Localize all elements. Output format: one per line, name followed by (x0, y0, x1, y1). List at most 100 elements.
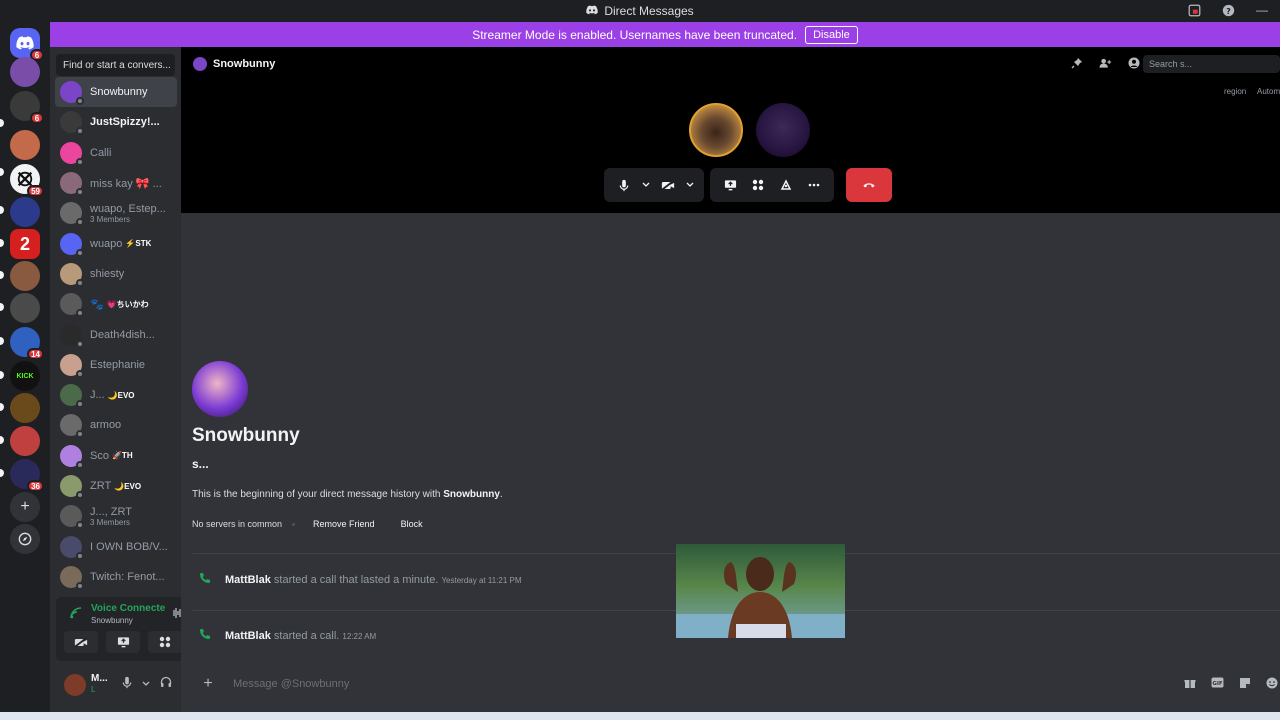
dm-item[interactable]: ZRT 🌙EVO (55, 471, 177, 501)
dm-name-row: Death4dish... (90, 329, 155, 341)
camera-off-icon[interactable] (656, 173, 680, 197)
dm-avatar (60, 172, 84, 197)
soundboard-icon[interactable] (774, 173, 798, 197)
region-label[interactable]: region (1224, 87, 1246, 96)
user-avatar-small[interactable] (193, 57, 207, 71)
status-indicator (76, 581, 84, 590)
message-input[interactable]: Message @Snowbunny (233, 678, 349, 690)
message-author[interactable]: MattBlak (225, 574, 271, 586)
share-screen-button[interactable] (106, 631, 140, 653)
dm-name: Calli (90, 146, 112, 159)
server-icon[interactable] (10, 426, 40, 456)
share-screen-icon[interactable] (718, 173, 742, 197)
dm-item[interactable]: JustSpizzy!... (55, 107, 177, 137)
clan-tag: 🚀TH (111, 451, 133, 461)
chevron-down-icon[interactable] (684, 173, 696, 197)
mutual-servers-text: No servers in common (192, 519, 283, 529)
dm-sidebar: Find or start a convers... Snowbunny Just… (50, 47, 224, 720)
more-options-icon[interactable] (802, 173, 826, 197)
chevron-down-icon[interactable] (142, 676, 150, 692)
inbox-icon[interactable] (1186, 2, 1202, 18)
gift-icon[interactable] (1184, 677, 1196, 692)
status-indicator (76, 278, 84, 287)
explore-servers-icon[interactable] (10, 524, 40, 554)
notification-badge: 59 (27, 185, 44, 197)
chevron-down-icon[interactable] (640, 173, 652, 197)
add-friend-to-dm-icon[interactable] (1099, 57, 1112, 72)
dm-history-intro: This is the beginning of your direct mes… (192, 489, 503, 500)
streamer-mode-banner: Streamer Mode is enabled. Usernames have… (50, 22, 1280, 47)
activities-icon[interactable] (746, 173, 770, 197)
picture-in-picture-video[interactable] (676, 544, 845, 638)
sticker-icon[interactable] (1239, 677, 1251, 692)
callee-avatar[interactable] (756, 103, 810, 157)
dm-item[interactable]: Calli (55, 138, 177, 168)
server-icon[interactable] (10, 261, 40, 291)
headphones-icon[interactable] (160, 676, 172, 692)
dm-avatar (60, 202, 84, 227)
voice-status[interactable]: Voice Connecte (91, 603, 165, 614)
dm-item[interactable]: I OWN BOB/V... (55, 531, 177, 561)
audio-video-group (604, 168, 704, 202)
intro-text-end: . (499, 489, 503, 500)
dm-item[interactable]: Twitch: Fenot... (55, 562, 177, 592)
server-icon[interactable] (10, 393, 40, 423)
dm-item[interactable]: miss kay 🎀 ... (55, 168, 177, 198)
server-icon[interactable]: KICK (10, 361, 40, 391)
help-icon[interactable]: ? (1220, 2, 1236, 18)
server-icon[interactable] (10, 57, 40, 87)
dm-item[interactable]: J..., ZRT 3 Members (55, 501, 177, 531)
dm-item[interactable]: J... 🌙EVO (55, 380, 177, 410)
microphone-icon[interactable] (612, 173, 636, 197)
unread-pill (0, 271, 4, 279)
profile-avatar[interactable] (192, 361, 248, 417)
disable-streamer-mode-button[interactable]: Disable (805, 25, 858, 44)
user-profile-icon[interactable] (1128, 57, 1140, 72)
dm-item[interactable]: Snowbunny (55, 77, 177, 108)
dm-item[interactable]: wuapo, Estep... 3 Members (55, 198, 177, 228)
dm-item[interactable]: wuapo ⚡STK (55, 228, 177, 258)
emoji-icon[interactable] (1266, 677, 1278, 692)
region-value[interactable]: Autom (1257, 87, 1280, 96)
server-icon[interactable]: 36 (10, 459, 44, 492)
camera-off-button[interactable] (64, 631, 98, 653)
svg-text:GIF: GIF (1212, 681, 1223, 687)
server-icon[interactable]: 59 (10, 164, 44, 197)
find-conversation-input[interactable]: Find or start a convers... (56, 54, 175, 76)
add-server-icon[interactable]: + (10, 492, 40, 522)
server-icon[interactable]: 14 (10, 327, 44, 360)
add-attachment-icon[interactable]: + (195, 675, 221, 693)
microphone-icon[interactable] (122, 676, 132, 692)
server-icon[interactable]: 2 (10, 229, 40, 259)
dm-text: wuapo, Estep... 3 Members (90, 203, 166, 224)
user-avatar[interactable] (64, 674, 86, 696)
dm-item[interactable]: Death4dish... (55, 319, 177, 349)
signal-icon[interactable] (70, 607, 82, 622)
activities-button[interactable] (148, 631, 182, 653)
server-icon[interactable]: 6 (10, 91, 44, 124)
end-call-button[interactable] (846, 168, 892, 202)
dm-avatar (60, 323, 84, 348)
discord-window: Direct Messages ? — Streamer Mode is ena… (0, 0, 1280, 720)
server-icon[interactable] (10, 197, 40, 227)
channel-header: Snowbunny (193, 57, 275, 71)
message-author[interactable]: MattBlak (225, 630, 271, 642)
dm-item[interactable]: Estephanie (55, 350, 177, 380)
dm-item[interactable]: armoo (55, 410, 177, 440)
gif-icon[interactable]: GIF (1211, 677, 1224, 692)
caller-avatar[interactable] (689, 103, 743, 157)
dm-item[interactable]: shiesty (55, 259, 177, 289)
search-input[interactable]: Search s... (1143, 55, 1280, 73)
dm-text: Calli (90, 147, 111, 159)
minimize-icon[interactable]: — (1254, 2, 1270, 18)
phone-icon (199, 572, 211, 587)
server-icon[interactable] (10, 130, 40, 160)
dm-item[interactable]: Sco 🚀TH (55, 441, 177, 471)
server-icon[interactable] (10, 293, 40, 323)
call-controls (604, 168, 892, 202)
remove-friend-button[interactable]: Remove Friend (305, 514, 383, 534)
pin-icon[interactable] (1071, 57, 1083, 72)
discord-home-icon[interactable]: 6 (10, 28, 44, 61)
block-button[interactable]: Block (392, 514, 431, 534)
dm-item[interactable]: 🐾 💗ちいかわ (55, 289, 177, 319)
